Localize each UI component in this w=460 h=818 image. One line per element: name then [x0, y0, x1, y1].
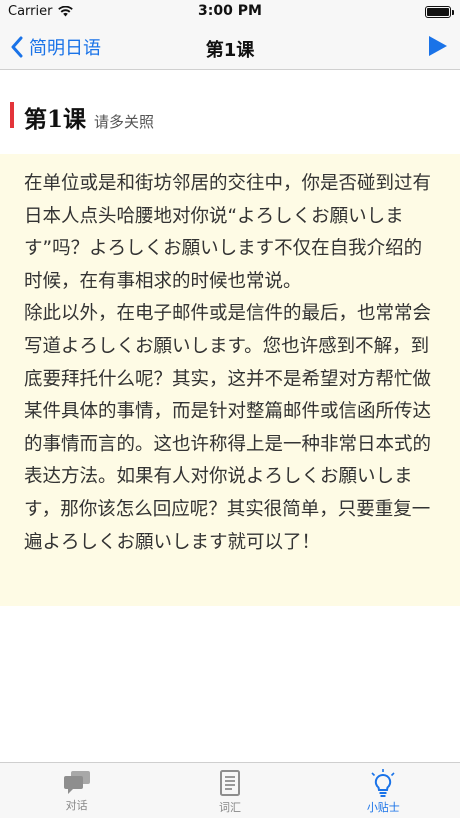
- lesson-marker-bar: [10, 102, 14, 128]
- play-button[interactable]: [428, 35, 448, 61]
- nav-title: 第1课: [205, 40, 255, 61]
- tab-tips-label: 小贴士: [366, 801, 400, 814]
- tab-vocabulary[interactable]: 词汇: [153, 763, 306, 818]
- tab-dialogue[interactable]: 对话: [0, 763, 153, 818]
- play-icon: [429, 36, 447, 56]
- tip-text: 在单位或是和街坊邻居的交往中，你是否碰到过有日本人点头哈腰地对你说“よろしくお願…: [24, 173, 432, 553]
- tab-dialogue-label: 对话: [65, 799, 88, 812]
- tip-panel: 在单位或是和街坊邻居的交往中，你是否碰到过有日本人点头哈腰地对你说“よろしくお願…: [0, 154, 460, 606]
- navigation-bar: 简明日语 第1课: [0, 26, 460, 70]
- lesson-title: 第1课: [24, 106, 87, 133]
- tab-bar: 对话 词汇 小贴士: [0, 762, 460, 818]
- tab-tips[interactable]: 小贴士: [307, 763, 460, 818]
- status-bar: Carrier 3:00 PM: [0, 0, 460, 26]
- tab-vocabulary-label: 词汇: [218, 801, 241, 814]
- status-time: 3:00 PM: [198, 3, 262, 19]
- lesson-header: 第1课 请多关照: [10, 100, 154, 134]
- lesson-subtitle: 请多关照: [94, 113, 155, 131]
- chat-bubbles-icon: [63, 771, 90, 794]
- lightbulb-icon: [371, 769, 395, 797]
- document-icon: [219, 770, 240, 796]
- battery-icon: [425, 6, 454, 18]
